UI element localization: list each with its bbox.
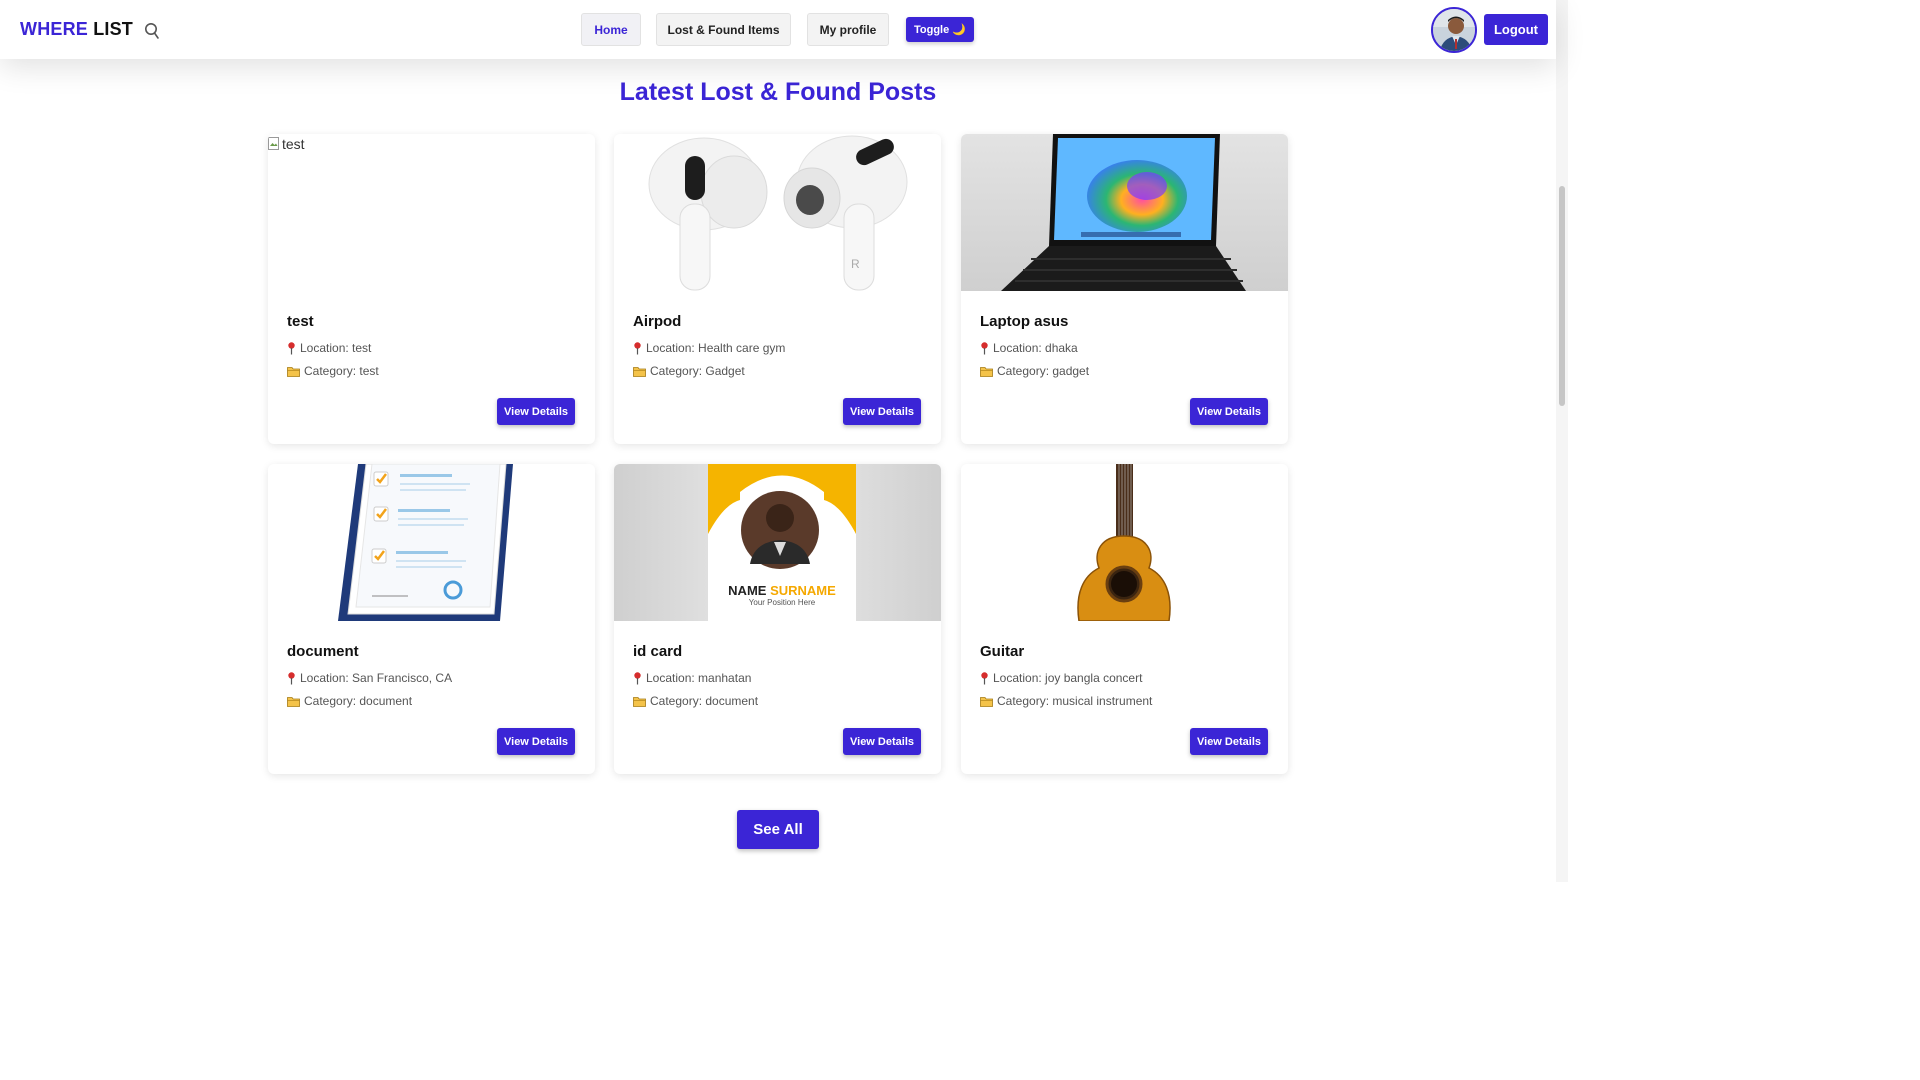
- post-card: Guitar Location: joy bangla concert Cate…: [961, 464, 1288, 774]
- logout-button[interactable]: Logout: [1484, 14, 1548, 45]
- post-category-text: Category: document: [304, 694, 413, 708]
- post-category: Category: document: [287, 694, 412, 708]
- post-category-text: Category: gadget: [997, 364, 1090, 378]
- post-title: test: [287, 313, 314, 330]
- post-location-text: Location: manhatan: [646, 671, 752, 685]
- id-card-image: NAME SURNAME Your Position Here: [614, 464, 941, 621]
- folder-icon: [980, 696, 993, 707]
- pin-icon: [981, 341, 988, 354]
- id-card-position: Your Position Here: [748, 598, 816, 607]
- guitar-image: [961, 464, 1288, 621]
- broken-image-icon: test: [268, 136, 305, 152]
- post-location: Location: dhaka: [980, 341, 1078, 355]
- post-card: NAME SURNAME Your Position Here id card …: [614, 464, 941, 774]
- post-category: Category: musical instrument: [980, 694, 1152, 708]
- view-details-button[interactable]: View Details: [1190, 728, 1268, 755]
- post-title: Guitar: [980, 643, 1025, 660]
- navbar: WHERE LIST Home Lost & Found Items My pr…: [0, 0, 1556, 59]
- post-location: Location: San Francisco, CA: [287, 671, 452, 685]
- scrollbar[interactable]: [1556, 0, 1568, 882]
- post-title: document: [287, 643, 359, 660]
- pin-icon: [288, 671, 295, 684]
- pin-icon: [634, 341, 641, 354]
- theme-toggle-button[interactable]: Toggle 🌙: [906, 17, 974, 42]
- nav-lost-found-items[interactable]: Lost & Found Items: [656, 13, 791, 46]
- post-title: Airpod: [633, 313, 682, 330]
- pin-icon: [634, 671, 641, 684]
- post-location: Location: joy bangla concert: [980, 671, 1142, 685]
- id-card-name-last: SURNAME: [770, 583, 836, 598]
- folder-icon: [980, 366, 993, 377]
- id-card-name-first: NAME: [728, 583, 767, 598]
- post-card: document Location: San Francisco, CA Cat…: [268, 464, 595, 774]
- see-all-button[interactable]: See All: [737, 810, 819, 849]
- scrollbar-thumb[interactable]: [1559, 186, 1565, 406]
- pin-icon: [981, 671, 988, 684]
- nav-my-profile[interactable]: My profile: [807, 13, 889, 46]
- brand-part1: WHERE: [20, 19, 88, 39]
- view-details-button[interactable]: View Details: [497, 728, 575, 755]
- post-location-text: Location: dhaka: [993, 341, 1078, 355]
- clipboard-document-image: [268, 464, 595, 621]
- post-location-text: Location: San Francisco, CA: [300, 671, 453, 685]
- post-category-text: Category: document: [650, 694, 759, 708]
- nav-home[interactable]: Home: [581, 13, 641, 46]
- post-title: Laptop asus: [980, 313, 1069, 330]
- post-category-text: Category: Gadget: [650, 364, 745, 378]
- post-category: Category: gadget: [980, 364, 1089, 378]
- post-location-text: Location: joy bangla concert: [993, 671, 1143, 685]
- brand-part2: LIST: [93, 19, 134, 39]
- post-category: Category: test: [287, 364, 379, 378]
- post-location: Location: manhatan: [633, 671, 751, 685]
- avatar[interactable]: [1431, 7, 1477, 53]
- view-details-button[interactable]: View Details: [1190, 398, 1268, 425]
- post-location: Location: Health care gym: [633, 341, 785, 355]
- brand-logo[interactable]: WHERE LIST: [20, 19, 133, 40]
- page-title: Latest Lost & Found Posts: [619, 78, 937, 106]
- view-details-button[interactable]: View Details: [497, 398, 575, 425]
- svg-text:R: R: [851, 257, 860, 271]
- view-details-button[interactable]: View Details: [843, 728, 921, 755]
- post-category-text: Category: test: [304, 364, 379, 378]
- laptop-image: [961, 134, 1288, 291]
- post-location: Location: test: [287, 341, 371, 355]
- post-card: Laptop asus Location: dhaka Category: ga…: [961, 134, 1288, 444]
- id-card-name: NAME SURNAME: [708, 583, 856, 598]
- folder-icon: [287, 696, 300, 707]
- search-icon[interactable]: [144, 22, 160, 40]
- folder-icon: [633, 696, 646, 707]
- image-alt-text: test: [282, 136, 305, 152]
- folder-icon: [287, 366, 300, 377]
- post-title: id card: [633, 643, 683, 660]
- airpods-image: R: [614, 134, 941, 291]
- pin-icon: [288, 341, 295, 354]
- post-card: R Airpod Location: Health care gym Categ…: [614, 134, 941, 444]
- post-location-text: Location: Health care gym: [646, 341, 786, 355]
- view-details-button[interactable]: View Details: [843, 398, 921, 425]
- post-card: test test Location: test Category: test …: [268, 134, 595, 444]
- post-image: test: [268, 134, 595, 291]
- post-location-text: Location: test: [300, 341, 372, 355]
- post-category: Category: Gadget: [633, 364, 745, 378]
- folder-icon: [633, 366, 646, 377]
- post-category-text: Category: musical instrument: [997, 694, 1153, 708]
- post-category: Category: document: [633, 694, 758, 708]
